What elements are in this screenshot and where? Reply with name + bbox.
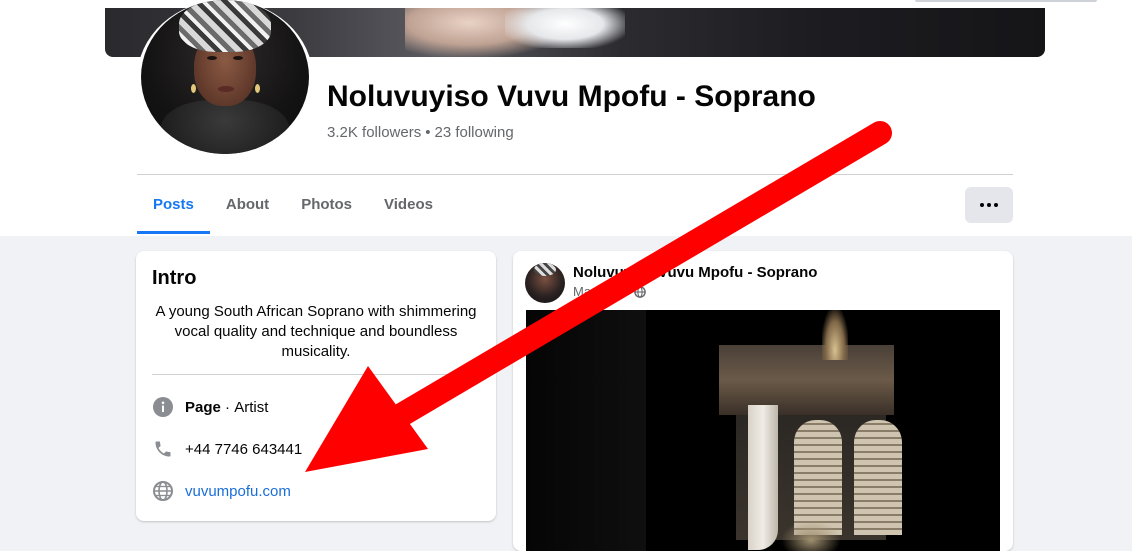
intro-card: Intro A young South African Soprano with… bbox=[136, 251, 496, 521]
stage-curtain bbox=[748, 405, 778, 550]
stage-pergola bbox=[719, 345, 894, 415]
stage-window-right bbox=[854, 420, 902, 535]
header-divider bbox=[137, 174, 1013, 175]
website-link[interactable]: vuvumpofu.com bbox=[185, 483, 291, 500]
tab-posts[interactable]: Posts bbox=[137, 176, 210, 234]
phone-icon bbox=[152, 438, 174, 460]
page-type-separator: · bbox=[220, 398, 235, 416]
avatar-earring-right bbox=[255, 84, 260, 93]
cover-cuff bbox=[505, 8, 625, 48]
tab-videos[interactable]: Videos bbox=[368, 176, 449, 234]
page-title: Noluvuyiso Vuvu Mpofu - Soprano bbox=[327, 80, 816, 113]
intro-phone: +44 7746 643441 bbox=[152, 437, 302, 461]
follow-separator: • bbox=[425, 124, 431, 141]
page-category: Artist bbox=[234, 398, 269, 416]
stage-window-left bbox=[794, 420, 842, 535]
avatar-lips bbox=[218, 86, 234, 92]
profile-avatar[interactable] bbox=[141, 0, 309, 154]
post-date-separator: · bbox=[626, 284, 631, 299]
more-options-button[interactable] bbox=[965, 187, 1013, 223]
tab-photos[interactable]: Photos bbox=[285, 176, 368, 234]
phone-number[interactable]: +44 7746 643441 bbox=[185, 441, 302, 458]
tab-about[interactable]: About bbox=[210, 176, 285, 234]
follow-stats: 3.2K followers • 23 following bbox=[327, 124, 514, 141]
intro-website: vuvumpofu.com bbox=[152, 479, 291, 503]
avatar-earring-left bbox=[191, 84, 196, 93]
more-horizontal-icon bbox=[980, 203, 998, 207]
top-bar-edge bbox=[915, 0, 1097, 2]
profile-tabs: Posts About Photos Videos bbox=[137, 176, 449, 234]
followers-count[interactable]: 3.2K followers bbox=[327, 124, 421, 141]
stage-chandelier bbox=[822, 310, 848, 360]
stage-drape bbox=[526, 310, 646, 551]
page-type-label: Page bbox=[185, 398, 221, 416]
post-author-avatar[interactable] bbox=[525, 263, 565, 303]
globe-icon bbox=[634, 285, 646, 298]
info-icon bbox=[152, 396, 174, 418]
intro-divider bbox=[152, 374, 480, 375]
post-date[interactable]: Ma 2024 bbox=[573, 284, 624, 299]
following-count[interactable]: 23 following bbox=[434, 124, 513, 141]
post-meta: Ma 2024 · bbox=[573, 284, 646, 299]
post-video[interactable] bbox=[526, 310, 1000, 551]
avatar-eye-right bbox=[233, 56, 243, 60]
avatar-body bbox=[161, 100, 289, 154]
post-card: Noluvuyiso Vuvu Mpofu - Soprano Ma 2024 … bbox=[513, 251, 1013, 551]
post-author-name[interactable]: Noluvuyiso Vuvu Mpofu - Soprano bbox=[573, 264, 817, 281]
intro-bio: A young South African Soprano with shimm… bbox=[155, 303, 477, 360]
globe-icon bbox=[152, 480, 174, 502]
intro-title: Intro bbox=[152, 267, 197, 289]
intro-page-type: Page · Artist bbox=[152, 395, 268, 419]
avatar-headwrap bbox=[179, 0, 271, 52]
avatar-eye-left bbox=[207, 56, 217, 60]
